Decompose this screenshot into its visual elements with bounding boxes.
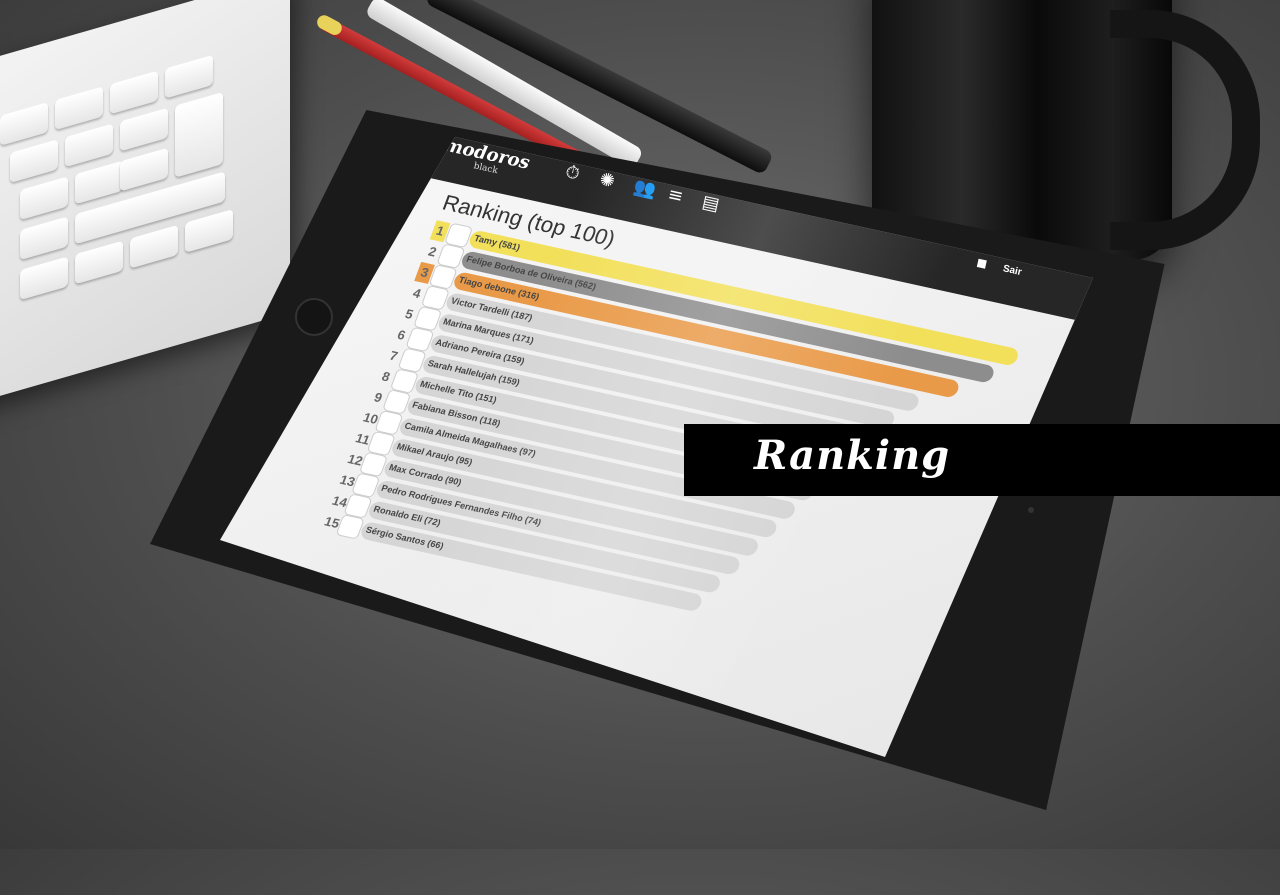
- avatar: [406, 327, 434, 352]
- avatar: [375, 411, 403, 435]
- timer-icon[interactable]: ⏱: [563, 161, 581, 185]
- key: [75, 240, 123, 285]
- avatar: [336, 515, 364, 539]
- key: [185, 209, 233, 253]
- key: [110, 70, 158, 115]
- avatar: [383, 390, 410, 414]
- avatar: [367, 431, 395, 456]
- key: [120, 107, 168, 152]
- caption-text: Ranking: [754, 432, 951, 479]
- mug-handle: [1110, 10, 1260, 250]
- home-button[interactable]: [295, 298, 333, 336]
- key: [20, 176, 68, 221]
- key: [55, 86, 103, 131]
- key: [20, 256, 68, 301]
- list-icon[interactable]: ≡: [666, 184, 685, 208]
- avatar: [422, 286, 449, 310]
- avatar: [437, 244, 465, 268]
- loading-icon[interactable]: ✺: [598, 169, 617, 193]
- caption-banner: Ranking: [684, 424, 1280, 496]
- avatar: [429, 265, 457, 289]
- key: [165, 54, 213, 99]
- key: [130, 224, 178, 269]
- key: [75, 160, 123, 205]
- logout-link[interactable]: Sair: [1002, 263, 1023, 278]
- key: [0, 102, 48, 146]
- key: [120, 147, 168, 192]
- avatar: [344, 494, 372, 518]
- chat-icon[interactable]: ■: [975, 256, 988, 271]
- keyboard: [0, 0, 290, 408]
- key: [10, 139, 58, 183]
- enter-key: [175, 91, 223, 178]
- key: [65, 123, 113, 168]
- avatar: [398, 348, 426, 372]
- key: [20, 216, 68, 261]
- camera-dot: [1028, 507, 1034, 513]
- avatar: [352, 473, 379, 497]
- avatar: [360, 452, 387, 476]
- avatar: [414, 307, 441, 331]
- avatar: [445, 223, 472, 247]
- avatar: [391, 369, 418, 393]
